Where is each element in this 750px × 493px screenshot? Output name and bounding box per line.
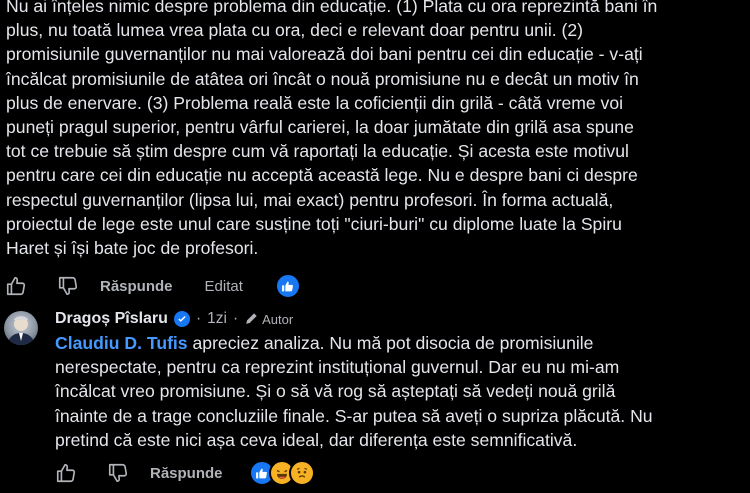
reply-header: Dragoș Pîslaru · 1zi · Autor [55,310,293,328]
reply-body: Claudiu D. Tufis apreciez analiza. Nu mă… [55,331,745,452]
author-badge: Autor [262,311,294,327]
avatar[interactable] [4,311,38,345]
comment-line: promisiunile guvernanților nu mai valore… [6,44,643,65]
separator: · [232,310,239,327]
reply-actions: Răspunde [54,460,315,486]
reactions[interactable] [248,460,315,486]
timestamp[interactable]: 1zi [207,310,227,328]
reply-line: nerespectate, pentru ca reprezint instit… [55,357,620,378]
reply-line: Claudiu D. Tufis apreciez analiza. Nu mă… [55,331,745,355]
comment-actions: Răspunde Editat [4,273,301,299]
mention-link[interactable]: Claudiu D. Tufis [55,333,188,353]
comment-line: pentru care cei din educație nu acceptă … [6,165,638,186]
comment-line: proiectul de lege este unul care susține… [6,213,622,234]
comment-line: Nu ai înțeles nimic despre problema din … [6,0,658,16]
separator: · [195,310,202,327]
reply-line: pretind că este nici așa ceva ideal, dar… [55,429,578,450]
verified-badge-icon [173,311,190,327]
edited-label: Editat [204,277,243,295]
reply-button[interactable]: Răspunde [150,465,223,482]
like-reaction-icon[interactable] [274,273,301,299]
comment-line: plus, nu toată lumea vrea plata cu ora, … [6,20,584,41]
like-icon[interactable] [4,274,28,298]
comment-body: Nu ai înțeles nimic despre problema din … [6,0,746,260]
like-icon[interactable] [54,461,78,485]
reply-line: înainte de a trage concluziile finale. S… [55,405,653,426]
reply-line-text: apreciez analiza. Nu mă pot disocia de p… [187,333,594,353]
comment-line: puneți pragul superior, pentru vârful ca… [6,117,634,138]
reply-button[interactable]: Răspunde [100,278,173,295]
sad-reaction-icon [288,460,315,486]
comment-line: Haret și își bate joc de profesori. [6,238,259,259]
reply-line: încălcat vreo promisiune. Și o să vă rog… [55,381,616,402]
comment-line: plus de enervare. (3) Problema reală est… [6,92,624,113]
pen-icon [244,312,258,326]
dislike-icon[interactable] [106,461,130,485]
comment-line: încălcat promisiunile de atâtea ori încâ… [6,68,639,89]
comment-line: respectul guvernanților (lipsa lui, mai … [6,189,614,210]
author-name[interactable]: Dragoș Pîslaru [55,310,168,328]
comment-line: tot ce trebuie să știm despre cum vă rap… [6,141,629,162]
dislike-icon[interactable] [56,274,80,298]
